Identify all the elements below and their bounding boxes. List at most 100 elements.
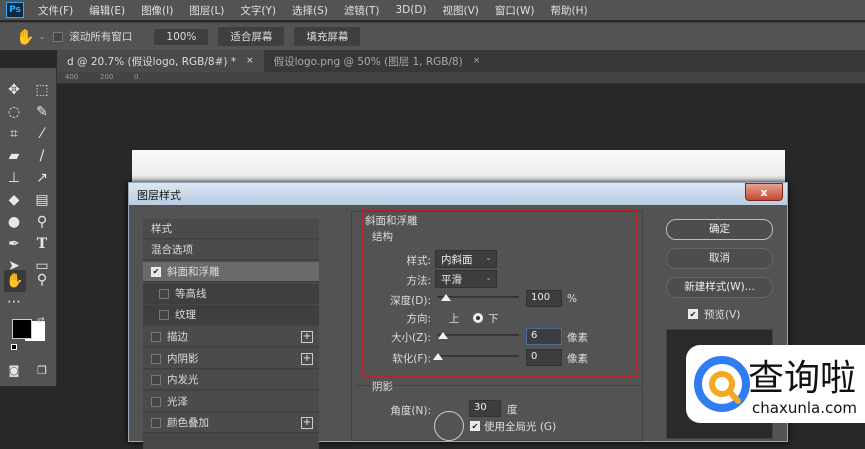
list-item-inner-glow[interactable]: 内发光	[143, 370, 319, 390]
tab-document-1[interactable]: d @ 20.7% (假设logo, RGB/8#) * ×	[57, 50, 264, 72]
more-tools-icon[interactable]: ⋯	[4, 292, 24, 312]
list-item-satin[interactable]: 光泽	[143, 392, 319, 412]
menu-type[interactable]: 文字(Y)	[240, 3, 276, 18]
list-item-bevel-emboss[interactable]: ✔ 斜面和浮雕	[143, 262, 319, 282]
chevron-down-icon[interactable]: ⌄	[39, 32, 46, 41]
quick-mask-icon[interactable]: ◙	[4, 360, 24, 380]
screen-mode-icon[interactable]: ❐	[32, 360, 52, 380]
blur-tool-icon[interactable]: ●	[4, 212, 24, 232]
fill-screen-button[interactable]: 填充屏幕	[294, 27, 361, 46]
gradient-tool-icon[interactable]: ▤	[32, 190, 52, 210]
menu-filter[interactable]: 滤镜(T)	[344, 3, 380, 18]
menu-3d[interactable]: 3D(D)	[395, 4, 426, 16]
stamp-tool-icon[interactable]: ⊥	[4, 168, 24, 188]
options-bar: ✋ ⌄ 滚动所有窗口 100% 适合屏幕 填充屏幕	[0, 22, 865, 50]
list-item-label: 内发光	[167, 374, 199, 386]
checkbox[interactable]	[151, 374, 161, 385]
list-item-color-overlay[interactable]: 颜色叠加 +	[143, 413, 319, 433]
group-title: 斜面和浮雕	[365, 215, 418, 227]
quick-select-tool-icon[interactable]: ✎	[32, 102, 52, 122]
menu-bar: Ps 文件(F) 编辑(E) 图像(I) 图层(L) 文字(Y) 选择(S) 滤…	[0, 0, 865, 20]
list-item-styles[interactable]: 样式	[143, 219, 319, 239]
checkbox-checked-icon[interactable]: ✔	[470, 421, 480, 431]
lasso-tool-icon[interactable]: ◌	[4, 102, 24, 122]
angle-input[interactable]: 30	[469, 400, 501, 417]
size-input[interactable]: 6	[526, 328, 562, 345]
zoom-100-button[interactable]: 100%	[154, 28, 209, 45]
foreground-color-swatch[interactable]	[12, 319, 32, 339]
soften-label: 软化(F):	[392, 353, 431, 365]
eyedropper-tool-icon[interactable]: ⁄	[32, 124, 52, 144]
list-item-contour[interactable]: 等高线	[143, 284, 319, 304]
eraser-tool-icon[interactable]: ◆	[4, 190, 24, 210]
scroll-all-checkbox[interactable]	[53, 31, 64, 42]
brush-tool-icon[interactable]: /	[32, 146, 52, 166]
angle-dial[interactable]	[434, 411, 464, 441]
cancel-button[interactable]: 取消	[666, 248, 773, 269]
close-button[interactable]: x	[745, 183, 783, 201]
menu-file[interactable]: 文件(F)	[38, 3, 73, 18]
size-unit: 像素	[567, 332, 588, 344]
technique-select[interactable]: 平滑 ⌄	[435, 270, 497, 288]
list-item-label: 纹理	[175, 309, 196, 321]
dialog-title: 图层样式	[129, 183, 787, 205]
size-slider-thumb[interactable]	[438, 332, 448, 339]
style-select[interactable]: 内斜面 ⌄	[435, 250, 497, 268]
size-label: 大小(Z):	[391, 332, 431, 344]
soften-slider-track[interactable]	[437, 355, 519, 357]
depth-label: 深度(D):	[390, 295, 431, 307]
menu-image[interactable]: 图像(I)	[141, 3, 173, 18]
tab-document-2[interactable]: 假设logo.png @ 50% (图层 1, RGB/8) ×	[264, 50, 491, 72]
type-tool-icon[interactable]: T	[32, 234, 52, 254]
depth-input[interactable]: 100	[526, 290, 562, 307]
soften-input[interactable]: 0	[526, 349, 562, 366]
document-tabs: d @ 20.7% (假设logo, RGB/8#) * × 假设logo.png…	[57, 50, 865, 72]
list-item-texture[interactable]: 纹理	[143, 305, 319, 325]
move-tool-icon[interactable]: ✥	[4, 80, 24, 100]
checkbox[interactable]	[151, 353, 161, 364]
tab-label: 假设logo.png @ 50% (图层 1, RGB/8)	[273, 55, 463, 68]
add-icon[interactable]: +	[301, 330, 313, 343]
soften-slider-thumb[interactable]	[433, 353, 443, 360]
menu-select[interactable]: 选择(S)	[292, 3, 328, 18]
ruler-label: 0	[134, 73, 139, 81]
radio-up[interactable]	[436, 314, 444, 322]
new-style-button[interactable]: 新建样式(W)...	[666, 277, 773, 298]
list-item-label: 内阴影	[167, 353, 199, 365]
preview-checkbox[interactable]: ✔	[688, 309, 698, 319]
fit-screen-button[interactable]: 适合屏幕	[218, 27, 285, 46]
menu-layer[interactable]: 图层(L)	[189, 3, 224, 18]
hand-icon[interactable]: ✋	[16, 28, 35, 46]
dodge-tool-icon[interactable]: ⚲	[32, 212, 52, 232]
list-item-inner-shadow[interactable]: 内阴影 +	[143, 349, 319, 369]
zoom-tool-icon[interactable]: ⚲	[32, 270, 52, 290]
add-icon[interactable]: +	[301, 416, 313, 429]
pen-tool-icon[interactable]: ✒	[4, 234, 24, 254]
menu-edit[interactable]: 编辑(E)	[89, 3, 125, 18]
hand-tool-icon[interactable]: ✋	[4, 270, 26, 292]
checkbox[interactable]	[159, 288, 169, 299]
healing-brush-tool-icon[interactable]: ▰	[4, 146, 24, 166]
checkbox-checked-icon[interactable]: ✔	[151, 266, 161, 277]
menu-window[interactable]: 窗口(W)	[495, 3, 535, 18]
swap-colors-icon[interactable]: ⇄	[37, 316, 45, 326]
checkbox[interactable]	[151, 417, 161, 428]
crop-tool-icon[interactable]: ⌗	[4, 124, 24, 144]
size-slider-track[interactable]	[437, 334, 519, 336]
default-colors-icon[interactable]	[11, 344, 17, 350]
close-icon[interactable]: ×	[473, 56, 481, 66]
radio-down-selected[interactable]	[473, 313, 483, 323]
history-brush-tool-icon[interactable]: ↗	[32, 168, 52, 188]
checkbox[interactable]	[151, 331, 161, 342]
marquee-tool-icon[interactable]: ⬚	[32, 80, 52, 100]
menu-help[interactable]: 帮助(H)	[551, 3, 588, 18]
list-item-stroke[interactable]: 描边 +	[143, 327, 319, 347]
list-item-blending-options[interactable]: 混合选项	[143, 240, 319, 260]
checkbox[interactable]	[151, 396, 161, 407]
depth-slider-thumb[interactable]	[441, 294, 451, 301]
close-icon[interactable]: ×	[246, 56, 254, 66]
add-icon[interactable]: +	[301, 352, 313, 365]
checkbox[interactable]	[159, 309, 169, 320]
ok-button[interactable]: 确定	[666, 219, 773, 240]
menu-view[interactable]: 视图(V)	[443, 3, 479, 18]
